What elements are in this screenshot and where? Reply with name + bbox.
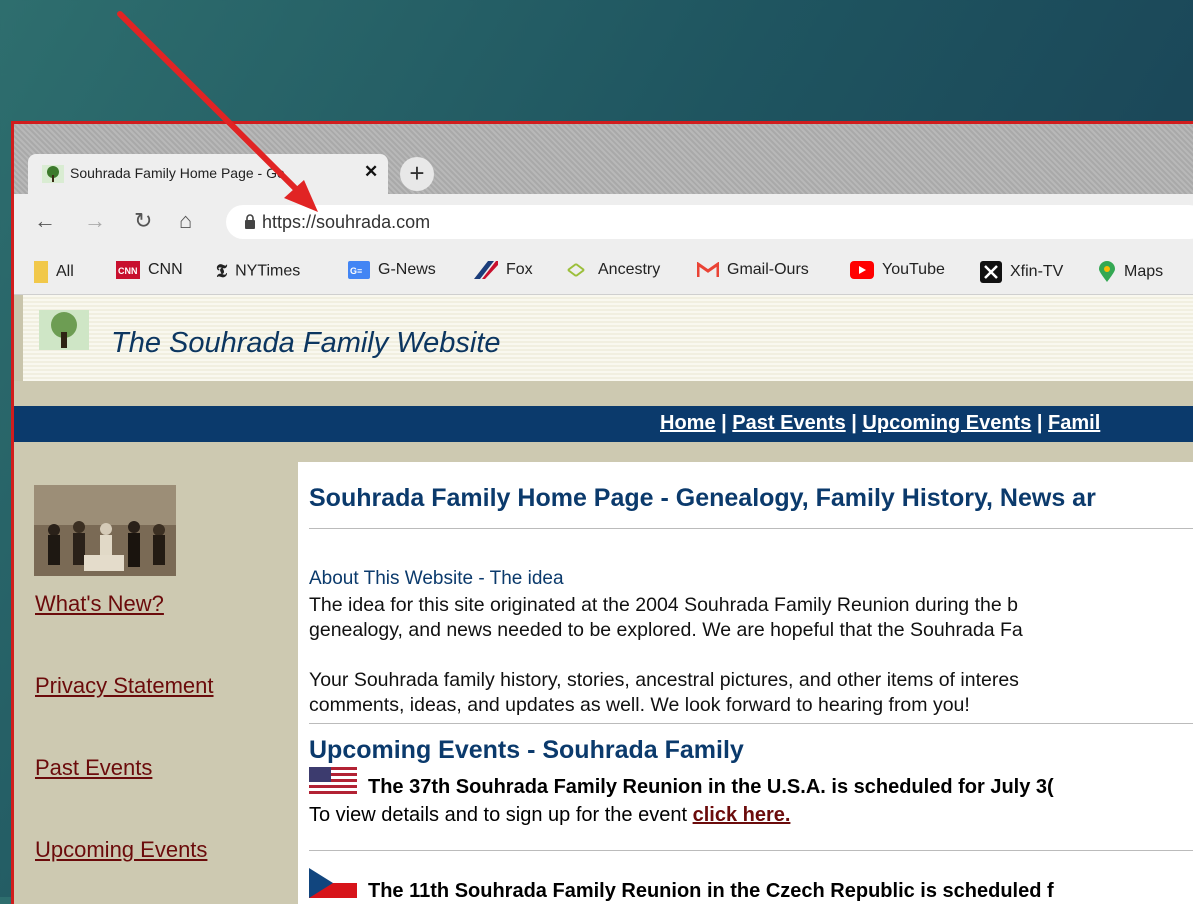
nytimes-icon: 𝕿	[216, 261, 228, 282]
bookmarks-bar: All CNN CNN 𝕿 NYTimes G≡ G-News Fox Ancestr…	[14, 250, 1193, 295]
tree-favicon-icon	[42, 165, 64, 183]
browser-tab[interactable]: Souhrada Family Home Page - Ge ✕	[28, 154, 388, 194]
sidebar-privacy-statement[interactable]: Privacy Statement	[35, 673, 214, 699]
bookmark-youtube[interactable]: YouTube	[850, 261, 945, 279]
lock-icon	[245, 214, 255, 229]
fox-icon	[474, 261, 498, 279]
family-photo	[34, 485, 176, 576]
home-icon[interactable]: ⌂	[179, 208, 192, 234]
new-tab-button[interactable]: +	[400, 157, 434, 191]
about-line-2: genealogy, and news needed to be explore…	[309, 619, 1023, 641]
bookmark-nytimes[interactable]: 𝕿 NYTimes	[216, 261, 300, 282]
divider	[309, 528, 1193, 529]
back-icon[interactable]: ←	[34, 208, 56, 234]
gmail-icon	[697, 261, 719, 277]
about-line-3: Your Souhrada family history, stories, a…	[309, 669, 1019, 691]
svg-text:G≡: G≡	[350, 266, 362, 276]
tab-title: Souhrada Family Home Page - Ge	[70, 165, 285, 181]
browser-window: Souhrada Family Home Page - Ge ✕ + ← → ↻…	[11, 121, 1193, 904]
bookmark-ancestry[interactable]: Ancestry	[566, 261, 660, 279]
nav-home[interactable]: Home	[660, 412, 716, 434]
event-signup-link[interactable]: click here.	[693, 804, 791, 826]
site-nav: Home | Past Events | Upcoming Events | F…	[14, 406, 1193, 442]
nav-family[interactable]: Famil	[1048, 412, 1100, 434]
sidebar: What's New? Privacy Statement Past Event…	[14, 442, 299, 904]
url-text: https://souhrada.com	[262, 212, 431, 232]
web-page: The Souhrada Family Website Home | Past …	[14, 295, 1193, 904]
reload-icon[interactable]: ↻	[134, 208, 152, 234]
usa-flag-icon	[309, 767, 357, 797]
bookmark-all[interactable]: All	[34, 261, 74, 283]
event-usa: The 37th Souhrada Family Reunion in the …	[368, 776, 1054, 798]
about-line-4: comments, ideas, and updates as well. We…	[309, 694, 970, 716]
bookmark-maps[interactable]: Maps	[1098, 261, 1163, 283]
close-tab-icon[interactable]: ✕	[364, 162, 378, 182]
upcoming-heading: Upcoming Events - Souhrada Family	[309, 736, 744, 764]
bookmark-cnn[interactable]: CNN CNN	[116, 261, 183, 279]
maps-icon	[1099, 261, 1115, 282]
tree-logo-icon	[39, 310, 89, 350]
bookmark-xfin-tv[interactable]: Xfin-TV	[980, 261, 1063, 283]
about-title: About This Website - The idea	[309, 568, 564, 589]
browser-toolbar: ← → ↻ ⌂ https://souhrada.com	[14, 194, 1193, 250]
sidebar-whats-new[interactable]: What's New?	[35, 591, 164, 617]
bookmark-fox[interactable]: Fox	[474, 261, 533, 279]
about-line-1: The idea for this site originated at the…	[309, 594, 1018, 616]
youtube-icon	[850, 261, 874, 279]
divider	[309, 723, 1193, 724]
czech-flag-icon	[309, 868, 357, 898]
svg-text:CNN: CNN	[118, 266, 138, 276]
ancestry-icon	[567, 263, 585, 277]
divider	[309, 850, 1193, 851]
google-news-icon: G≡	[348, 261, 370, 279]
sidebar-upcoming-events[interactable]: Upcoming Events	[35, 837, 207, 863]
main-content: Souhrada Family Home Page - Genealogy, F…	[298, 462, 1193, 904]
address-bar[interactable]: https://souhrada.com	[226, 205, 1193, 239]
nav-past-events[interactable]: Past Events	[732, 412, 845, 434]
page-heading: Souhrada Family Home Page - Genealogy, F…	[309, 484, 1096, 512]
site-title: The Souhrada Family Website	[111, 327, 501, 359]
event-czech: The 11th Souhrada Family Reunion in the …	[368, 880, 1054, 902]
nav-upcoming-events[interactable]: Upcoming Events	[862, 412, 1031, 434]
bookmark-gmail[interactable]: Gmail-Ours	[697, 261, 809, 279]
tab-strip: Souhrada Family Home Page - Ge ✕ +	[14, 124, 1193, 194]
cnn-icon: CNN	[116, 261, 140, 279]
x-icon	[980, 261, 1002, 283]
bookmark-gnews[interactable]: G≡ G-News	[348, 261, 436, 279]
forward-icon[interactable]: →	[84, 208, 106, 234]
folder-icon	[34, 261, 48, 283]
sidebar-past-events[interactable]: Past Events	[35, 755, 152, 781]
site-header: The Souhrada Family Website	[14, 295, 1193, 381]
event-usa-details: To view details and to sign up for the e…	[309, 804, 791, 826]
